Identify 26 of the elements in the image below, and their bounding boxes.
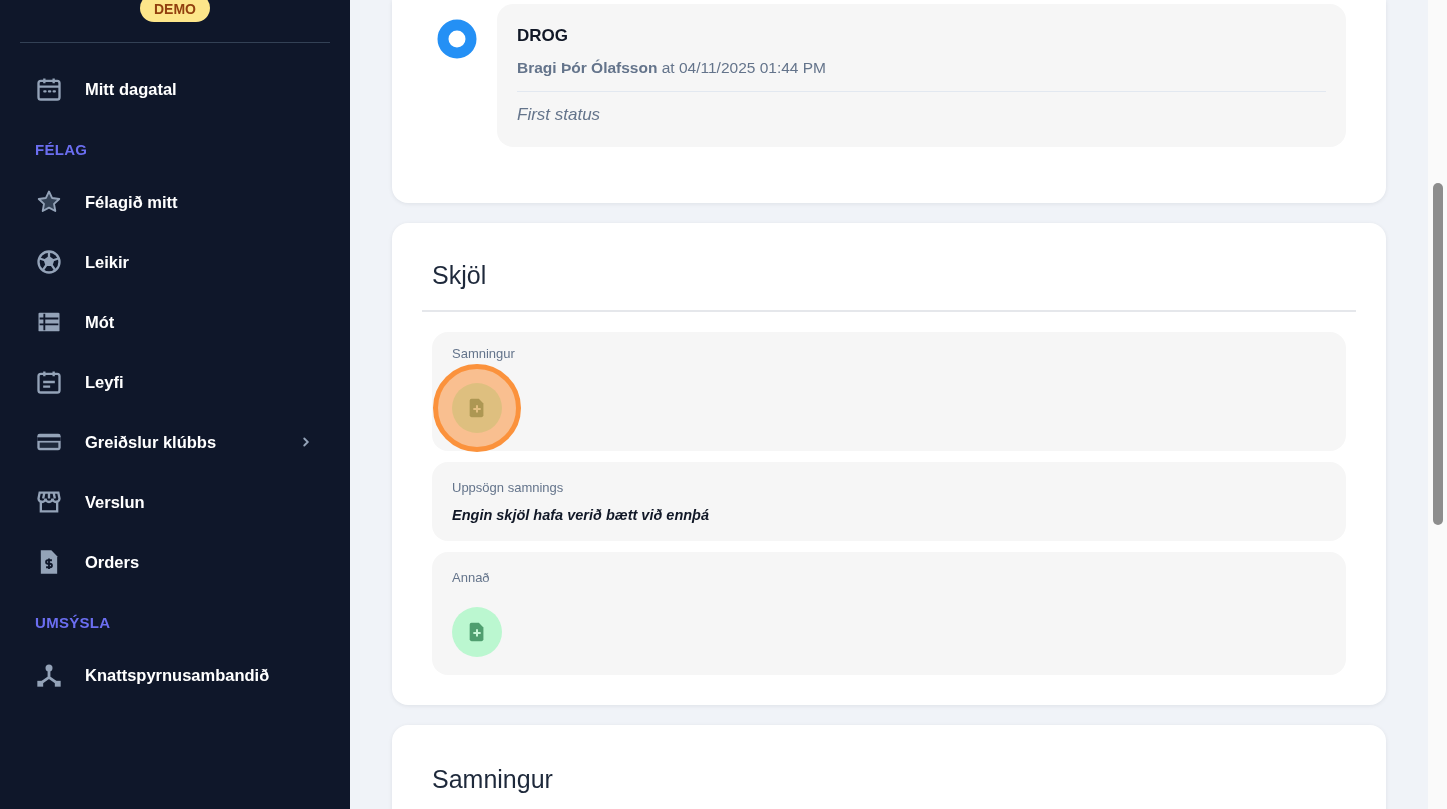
nav-item[interactable]: Mitt dagatal — [20, 59, 330, 119]
timeline-dot-icon — [437, 19, 477, 59]
nav-item[interactable]: Greiðslur klúbbs — [20, 412, 330, 472]
add-document-button[interactable] — [452, 383, 502, 433]
empty-message: Engin skjöl hafa verið bætt við ennþá — [452, 507, 710, 523]
status-name: DROG — [517, 26, 569, 46]
scrollbar-thumb[interactable] — [1432, 183, 1443, 525]
demo-badge: DEMO — [140, 0, 210, 22]
section-title: Samningur — [432, 765, 554, 794]
group-label: Annað — [452, 570, 491, 585]
group-label: Samningur — [452, 346, 516, 361]
nav-item[interactable]: Leyfi — [20, 352, 330, 412]
nav-item[interactable]: Verslun — [20, 472, 330, 532]
add-document-button[interactable] — [452, 607, 502, 657]
nav-item[interactable]: Mót — [20, 292, 330, 352]
nav-item[interactable]: Félagið mitt — [20, 172, 330, 232]
status-note: First status — [517, 105, 602, 125]
status-byline: Bragi Þór Ólafsson at 04/11/2025 01:44 PM — [517, 59, 828, 77]
nav-item[interactable]: Orders — [20, 532, 330, 592]
section-heading: FÉLAG — [34, 140, 89, 160]
ball-icon — [35, 248, 63, 276]
section-title: Skjöl — [432, 261, 488, 290]
group-label: Uppsögn samnings — [452, 480, 565, 495]
section-heading: UMSÝSLA — [34, 613, 112, 633]
nav-item[interactable]: Leikir — [20, 232, 330, 292]
nav-item[interactable]: Knattspyrnusambandið — [20, 645, 330, 705]
